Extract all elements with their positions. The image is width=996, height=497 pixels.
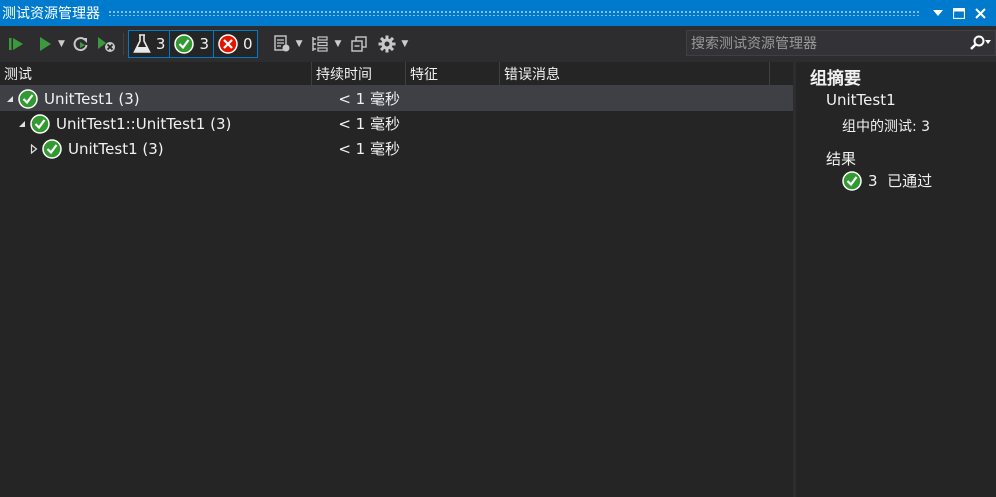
gear-icon[interactable] xyxy=(375,31,399,57)
test-duration: < 1 毫秒 xyxy=(338,140,400,158)
cancel-icon[interactable] xyxy=(93,31,119,57)
test-duration: < 1 毫秒 xyxy=(338,90,400,108)
test-row-group[interactable]: UnitTest1 (3) < 1 毫秒 xyxy=(0,86,793,111)
passed-icon xyxy=(18,88,38,109)
search-icon[interactable] xyxy=(965,35,995,51)
passed-icon xyxy=(842,170,862,191)
summary-group-name: UnitTest1 xyxy=(826,91,896,109)
title-bar: 测试资源管理器 xyxy=(0,0,996,26)
collapse-icon[interactable] xyxy=(347,31,371,57)
group-by-dropdown-icon[interactable]: ▼ xyxy=(334,39,341,49)
test-name: UnitTest1 (3) xyxy=(68,139,164,158)
run-icon[interactable] xyxy=(34,31,56,57)
summary-result-label: 结果 xyxy=(826,150,857,168)
search-input[interactable]: 搜索测试资源管理器 xyxy=(687,33,965,53)
playlist-dropdown-icon[interactable]: ▼ xyxy=(296,39,303,49)
passed-icon xyxy=(174,34,195,54)
maximize-icon[interactable] xyxy=(949,3,969,23)
column-header-traits[interactable]: 特征 xyxy=(406,62,500,85)
title-bar-grip[interactable] xyxy=(108,10,920,16)
test-duration: < 1 毫秒 xyxy=(338,115,400,133)
settings-dropdown-icon[interactable]: ▼ xyxy=(401,39,408,49)
test-name: UnitTest1 (3) xyxy=(44,89,140,108)
column-header-duration[interactable]: 持续时间 xyxy=(312,62,406,85)
passed-icon xyxy=(42,138,62,159)
filter-all-tests[interactable]: 3 xyxy=(127,30,171,58)
summary-passed-result[interactable]: 3 已通过 xyxy=(842,170,932,191)
passed-tests-count: 3 xyxy=(199,35,210,53)
failed-icon xyxy=(218,34,238,54)
flask-icon xyxy=(133,34,151,54)
test-row-method[interactable]: UnitTest1 (3) < 1 毫秒 xyxy=(0,136,793,161)
all-tests-count: 3 xyxy=(155,35,166,53)
test-name: UnitTest1::UnitTest1 (3) xyxy=(56,114,232,133)
filter-failed-tests[interactable]: 0 xyxy=(213,30,258,58)
summary-pane: 组摘要 UnitTest1 组中的测试: 3 结果 3 已通过 xyxy=(796,62,996,497)
summary-heading: 组摘要 xyxy=(810,69,861,89)
passed-icon xyxy=(30,113,50,134)
collapsed-arrow-icon[interactable] xyxy=(28,143,40,154)
test-grid: 测试 持续时间 特征 错误消息 UnitTest1 (3) < 1 毫秒 Uni… xyxy=(0,62,793,497)
failed-tests-count: 0 xyxy=(243,35,253,53)
run-all-icon[interactable] xyxy=(4,31,28,57)
column-header-test[interactable]: 测试 xyxy=(0,62,312,85)
passed-result-text: 3 已通过 xyxy=(868,172,933,190)
expanded-arrow-icon[interactable] xyxy=(4,95,16,103)
run-dropdown-icon[interactable]: ▼ xyxy=(58,39,65,49)
search-box[interactable]: 搜索测试资源管理器 xyxy=(686,30,996,56)
dropdown-icon[interactable] xyxy=(928,3,948,23)
close-icon[interactable] xyxy=(970,3,990,23)
window-title: 测试资源管理器 xyxy=(2,6,100,22)
filter-passed-tests[interactable]: 3 xyxy=(169,30,215,58)
grid-header: 测试 持续时间 特征 错误消息 xyxy=(0,62,793,86)
toolbar-separator xyxy=(122,33,124,55)
test-row-class[interactable]: UnitTest1::UnitTest1 (3) < 1 毫秒 xyxy=(0,111,793,136)
playlist-icon[interactable] xyxy=(270,31,294,57)
column-header-error-message[interactable]: 错误消息 xyxy=(500,62,770,85)
refresh-icon[interactable] xyxy=(69,31,93,57)
summary-group-count: 组中的测试: 3 xyxy=(842,119,931,135)
group-by-icon[interactable] xyxy=(308,31,332,57)
expanded-arrow-icon[interactable] xyxy=(16,120,28,128)
